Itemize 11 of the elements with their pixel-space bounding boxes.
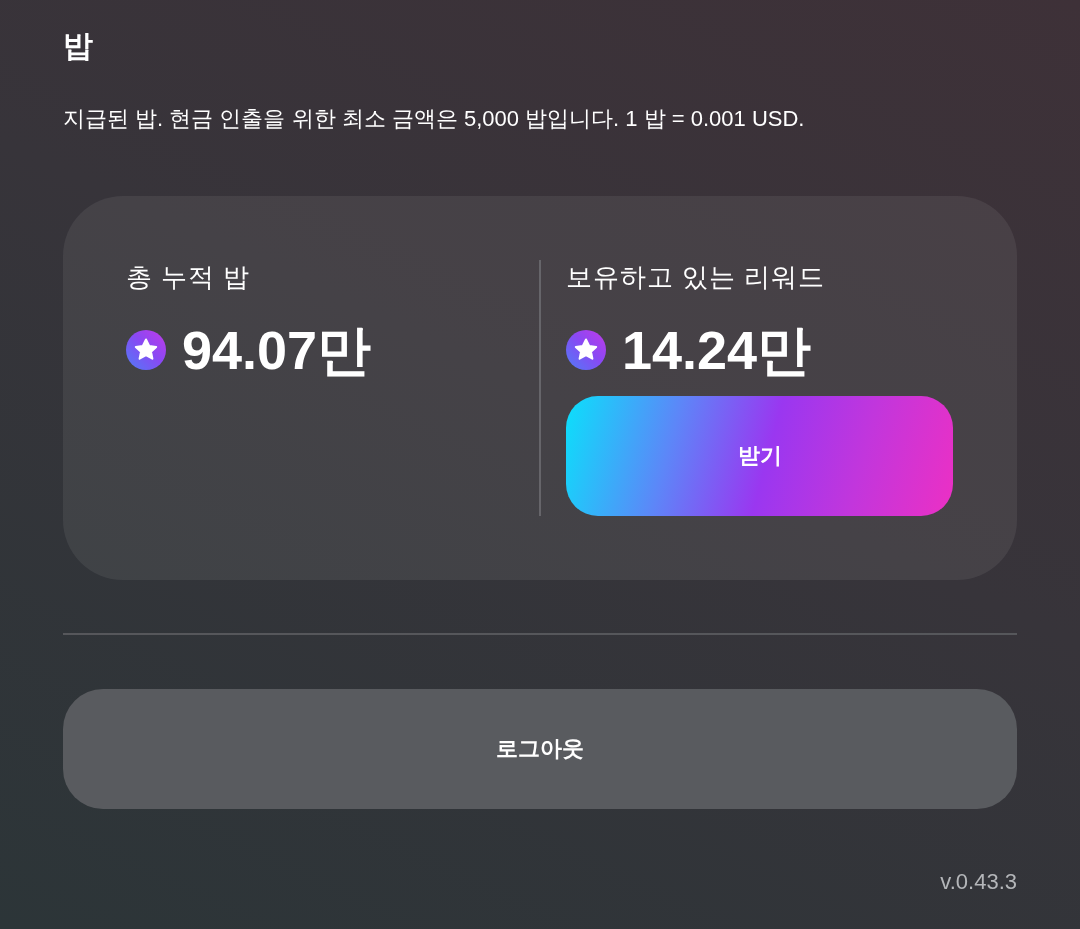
star-coin-icon [126, 330, 166, 370]
logout-button[interactable]: 로그아웃 [63, 689, 1017, 809]
star-coin-icon [566, 330, 606, 370]
stat-label: 보유하고 있는 리워드 [566, 261, 826, 294]
stat-label: 총 누적 밥 [126, 261, 251, 294]
claim-button[interactable]: 받기 [566, 396, 953, 516]
stat-value: 14.24만 [622, 319, 812, 382]
page-title: 밥 [63, 28, 93, 64]
version-text: v.0.43.3 [940, 868, 1017, 896]
stat-value: 94.07만 [182, 319, 372, 382]
description-text: 지급된 밥. 현금 인출을 위한 최소 금액은 5,000 밥입니다. 1 밥 = 0.001 USD. [63, 105, 805, 133]
